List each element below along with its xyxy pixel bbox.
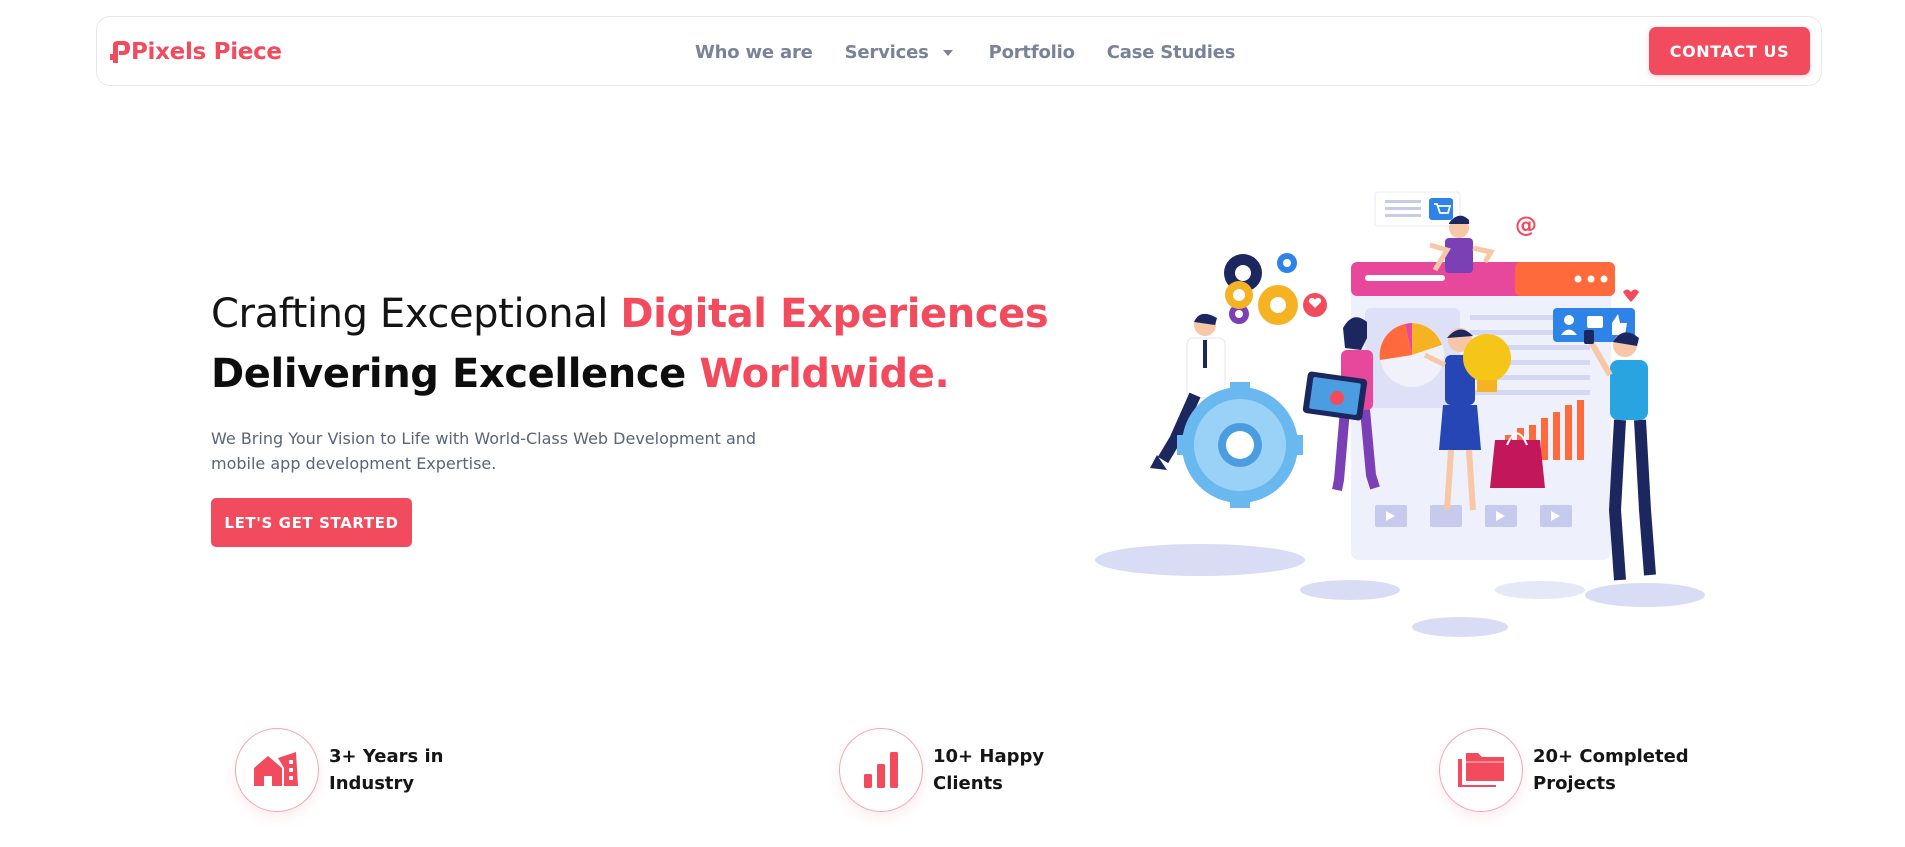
hero-title-line-2: Delivering Excellence Worldwide. xyxy=(211,344,1071,404)
nav-item-who-we-are[interactable]: Who we are xyxy=(695,42,813,63)
folder-icon xyxy=(1458,753,1504,787)
dashboard-panel xyxy=(1351,262,1615,560)
stat-label-line-2: Clients xyxy=(933,773,1003,794)
nav-item-label: Portfolio xyxy=(988,41,1075,63)
hero-title-line-2-accent: Worldwide. xyxy=(699,351,950,397)
hero-title-line-1-plain: Crafting Exceptional xyxy=(211,291,621,337)
pixels-piece-logo-icon xyxy=(110,41,130,63)
stat-label-line-1: 20+ Completed xyxy=(1533,746,1689,767)
hero-illustration: @ xyxy=(1095,191,1705,637)
floor-shadow xyxy=(1585,583,1705,607)
stat-clients: 10+ Happy Clients xyxy=(839,728,1093,812)
brand-logo[interactable]: Pixels Piece xyxy=(110,35,282,69)
stat-icon-circle xyxy=(1439,728,1523,812)
hero-title: Crafting Exceptional Digital Experiences… xyxy=(211,284,1071,404)
stat-years: 3+ Years in Industry xyxy=(235,728,489,812)
nav-item-case-studies[interactable]: Case Studies xyxy=(1107,42,1236,63)
nav-item-label: Case Studies xyxy=(1106,41,1236,63)
main-nav: Who we are Services Portfolio Case Studi… xyxy=(695,17,1235,87)
floor-shadow xyxy=(1095,544,1305,576)
contact-us-button[interactable]: CONTACT US xyxy=(1649,27,1810,75)
cart-card xyxy=(1374,191,1461,227)
stat-label: 20+ Completed Projects xyxy=(1533,743,1693,797)
hero-title-line-1-accent: Digital Experiences xyxy=(620,291,1049,337)
nav-item-portfolio[interactable]: Portfolio xyxy=(989,42,1075,63)
hero-title-line-1: Crafting Exceptional Digital Experiences xyxy=(211,284,1071,344)
stat-label-line-2: Projects xyxy=(1533,773,1616,794)
hero-title-line-2-plain: Delivering Excellence xyxy=(211,351,700,397)
stat-label-line-1: 3+ Years in xyxy=(329,746,444,767)
stat-label-line-1: 10+ Happy xyxy=(933,746,1045,767)
shopping-bag xyxy=(1490,432,1545,488)
hero-subtitle: We Bring Your Vision to Life with World-… xyxy=(211,429,757,473)
nav-item-label: Services xyxy=(844,41,929,63)
at-sign-icon: @ xyxy=(1515,213,1537,238)
stat-icon-circle xyxy=(839,728,923,812)
navbar: Pixels Piece Who we are Services Portfol… xyxy=(96,16,1822,86)
brand-name: Pixels Piece xyxy=(131,39,282,65)
floor-shadow xyxy=(1495,581,1585,599)
stat-label: 10+ Happy Clients xyxy=(933,743,1093,797)
floor-shadow xyxy=(1300,580,1400,600)
get-started-button[interactable]: LET'S GET STARTED xyxy=(211,498,412,547)
nav-item-services[interactable]: Services xyxy=(845,42,953,63)
stat-icon-circle xyxy=(235,728,319,812)
stat-label-line-2: Industry xyxy=(329,773,415,794)
building-icon xyxy=(254,752,298,786)
floor-shadow xyxy=(1412,617,1508,637)
nav-item-label: Who we are xyxy=(695,41,813,63)
chevron-down-icon xyxy=(942,50,953,56)
bar-chart-icon xyxy=(864,752,898,788)
stat-projects: 20+ Completed Projects xyxy=(1439,728,1693,812)
stat-label: 3+ Years in Industry xyxy=(329,743,489,797)
